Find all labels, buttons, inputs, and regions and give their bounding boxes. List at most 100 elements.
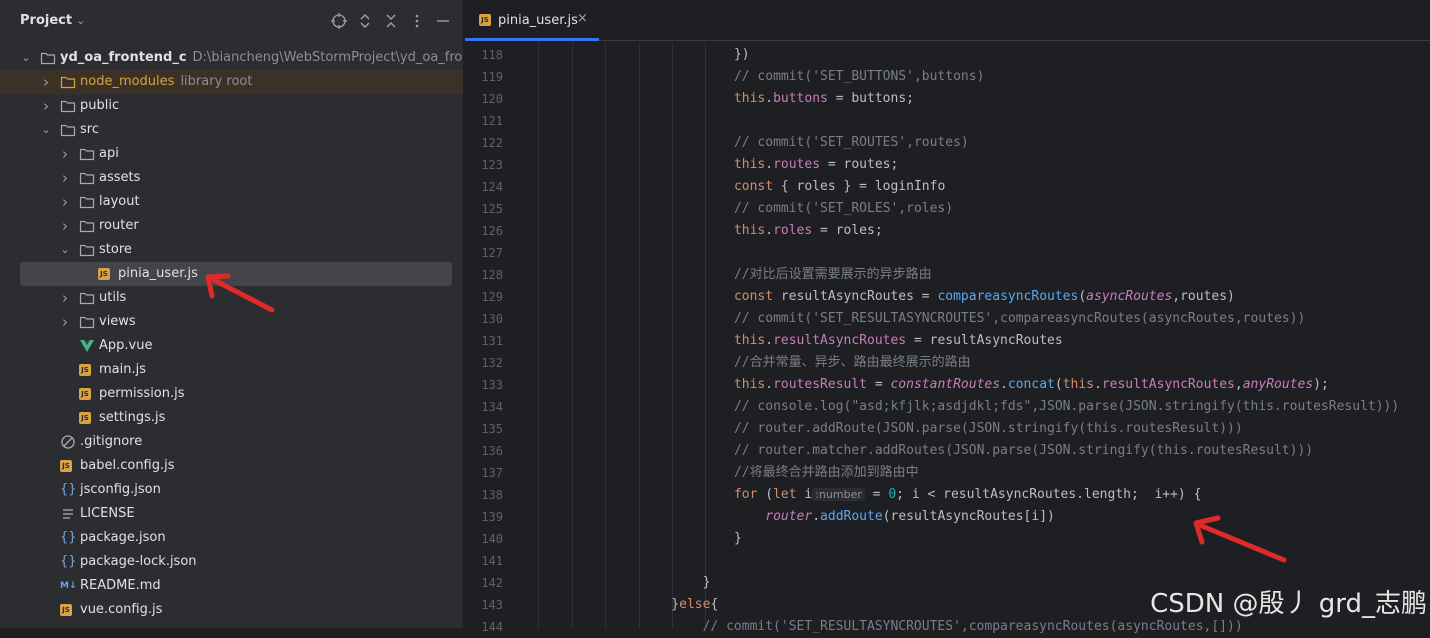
tree-item-label: yd_oa_frontend_c D:\biancheng\WebStormPro…: [60, 46, 463, 70]
tree-item[interactable]: ⌄ yd_oa_frontend_c D:\biancheng\WebStormPr…: [0, 46, 463, 70]
tree-item[interactable]: › utils: [0, 286, 463, 310]
code-token: // router.addRoute(JSON.parse(JSON.strin…: [733, 421, 1243, 436]
code-line[interactable]: //对比后设置需要展示的异步路由: [465, 264, 1430, 286]
folder-icon: [79, 196, 95, 209]
tree-item-label: assets: [99, 170, 141, 185]
tree-item[interactable]: › api: [0, 142, 463, 166]
active-tab-indicator: [465, 38, 599, 41]
code-token: //对比后设置需要展示的异步路由: [733, 267, 932, 282]
code-token: .: [765, 223, 774, 238]
code-line[interactable]: [465, 110, 1430, 132]
tree-item[interactable]: › views: [0, 310, 463, 334]
chevron-right-icon[interactable]: ›: [59, 190, 71, 214]
locate-file-icon[interactable]: [330, 12, 348, 30]
chevron-right-icon[interactable]: ›: [40, 70, 52, 94]
code-token: .: [812, 509, 821, 524]
more-options-icon[interactable]: [408, 12, 426, 30]
code-token: }): [733, 47, 750, 62]
project-view-selector[interactable]: Project ⌄: [20, 13, 85, 28]
code-line[interactable]: // console.log("asd;kfjlk;asdjdkl;fds",J…: [465, 396, 1430, 418]
tree-item[interactable]: JS babel.config.js: [0, 454, 463, 478]
code-line[interactable]: const { roles } = loginInfo: [465, 176, 1430, 198]
tree-item-path: library root: [180, 74, 253, 89]
chevron-right-icon[interactable]: ›: [59, 142, 71, 166]
tree-item[interactable]: › node_modules library root: [0, 70, 463, 94]
code-line[interactable]: // router.matcher.addRoutes(JSON.parse(J…: [465, 440, 1430, 462]
code-token: // commit('SET_ROLES',roles): [733, 201, 954, 216]
tree-item[interactable]: JS pinia_user.js: [0, 262, 463, 286]
tab-pinia-user-js[interactable]: JS pinia_user.js ×: [465, 0, 599, 41]
code-line[interactable]: this.buttons = buttons;: [465, 88, 1430, 110]
code-line[interactable]: this.roles = roles;: [465, 220, 1430, 242]
chevron-right-icon[interactable]: ›: [59, 166, 71, 190]
folder-icon: [79, 244, 95, 257]
code-line[interactable]: this.resultAsyncRoutes = resultAsyncRout…: [465, 330, 1430, 352]
js-file-icon: JS: [60, 460, 72, 472]
code-token: = roles;: [812, 223, 883, 238]
tree-item[interactable]: › public: [0, 94, 463, 118]
tree-item[interactable]: JS main.js: [0, 358, 463, 382]
tree-item[interactable]: › assets: [0, 166, 463, 190]
code-line[interactable]: // commit('SET_BUTTONS',buttons): [465, 66, 1430, 88]
chevron-right-icon[interactable]: ›: [59, 310, 71, 334]
json-file-icon: {}: [60, 530, 77, 545]
code-line[interactable]: this.routes = routes;: [465, 154, 1430, 176]
code-line[interactable]: [465, 550, 1430, 572]
tree-item[interactable]: {} package-lock.json: [0, 550, 463, 574]
code-token: // commit('SET_ROUTES',routes): [733, 135, 969, 150]
chevron-down-icon[interactable]: ⌄: [20, 46, 32, 70]
code-token: ,routes): [1172, 289, 1235, 304]
code-line[interactable]: //合并常量、异步、路由最终展示的路由: [465, 352, 1430, 374]
tree-item-label: settings.js: [99, 410, 166, 425]
tree-item[interactable]: .gitignore: [0, 430, 463, 454]
code-line[interactable]: [465, 242, 1430, 264]
tree-item-label: layout: [99, 194, 140, 209]
code-line[interactable]: // commit('SET_RESULTASYNCROUTES',compar…: [465, 308, 1430, 330]
hide-panel-icon[interactable]: [434, 12, 452, 30]
code-line[interactable]: }: [465, 528, 1430, 550]
code-token: (: [1078, 289, 1087, 304]
expand-all-icon[interactable]: [356, 12, 374, 30]
tree-item[interactable]: M↓ README.md: [0, 574, 463, 598]
js-file-icon: JS: [79, 388, 91, 400]
chevron-down-icon[interactable]: ⌄: [40, 118, 52, 142]
tree-item[interactable]: ⌄ store: [0, 238, 463, 262]
code-line[interactable]: //将最终合并路由添加到路由中: [465, 462, 1430, 484]
code-line[interactable]: }): [465, 44, 1430, 66]
code-token: // console.log("asd;kfjlk;asdjdkl;fds",J…: [733, 399, 1400, 414]
tree-item-label: router: [99, 218, 139, 233]
tree-item[interactable]: JS settings.js: [0, 406, 463, 430]
tree-item[interactable]: {} jsconfig.json: [0, 478, 463, 502]
chevron-right-icon[interactable]: ›: [59, 214, 71, 238]
code-line[interactable]: // router.addRoute(JSON.parse(JSON.strin…: [465, 418, 1430, 440]
editor-tab-bar: JS pinia_user.js ×: [465, 0, 1430, 41]
code-editor[interactable]: JS pinia_user.js × 118 119 120 121 122 123 124…: [465, 0, 1430, 634]
code-token: else: [679, 597, 711, 612]
chevron-right-icon[interactable]: ›: [59, 286, 71, 310]
tree-item[interactable]: › router: [0, 214, 463, 238]
code-line[interactable]: this.routesResult = constantRoutes.conca…: [465, 374, 1430, 396]
tree-item[interactable]: App.vue: [0, 334, 463, 358]
code-line[interactable]: // commit('SET_ROUTES',routes): [465, 132, 1430, 154]
code-line[interactable]: for (let i:number = 0; i < resultAsyncRo…: [465, 484, 1430, 506]
tree-item[interactable]: › layout: [0, 190, 463, 214]
code-token: .: [1094, 377, 1102, 392]
chevron-right-icon[interactable]: ›: [40, 94, 52, 118]
tree-item[interactable]: JS permission.js: [0, 382, 463, 406]
code-line[interactable]: router.addRoute(resultAsyncRoutes[i]): [465, 506, 1430, 528]
type-hint: :number: [812, 488, 865, 501]
code-token: this: [733, 377, 766, 392]
tree-item[interactable]: LICENSE: [0, 502, 463, 526]
tab-label: pinia_user.js: [498, 13, 578, 28]
tree-item[interactable]: JS vue.config.js: [0, 598, 463, 622]
folder-icon: [79, 316, 95, 329]
chevron-down-icon[interactable]: ⌄: [59, 238, 71, 262]
tree-item[interactable]: ⌄ src: [0, 118, 463, 142]
code-line[interactable]: const resultAsyncRoutes = compareasyncRo…: [465, 286, 1430, 308]
collapse-all-icon[interactable]: [382, 12, 400, 30]
code-token: roles: [773, 223, 813, 238]
code-line[interactable]: // commit('SET_ROLES',roles): [465, 198, 1430, 220]
tree-item-label: App.vue: [99, 338, 153, 353]
tree-item[interactable]: {} package.json: [0, 526, 463, 550]
close-icon[interactable]: ×: [577, 11, 588, 26]
